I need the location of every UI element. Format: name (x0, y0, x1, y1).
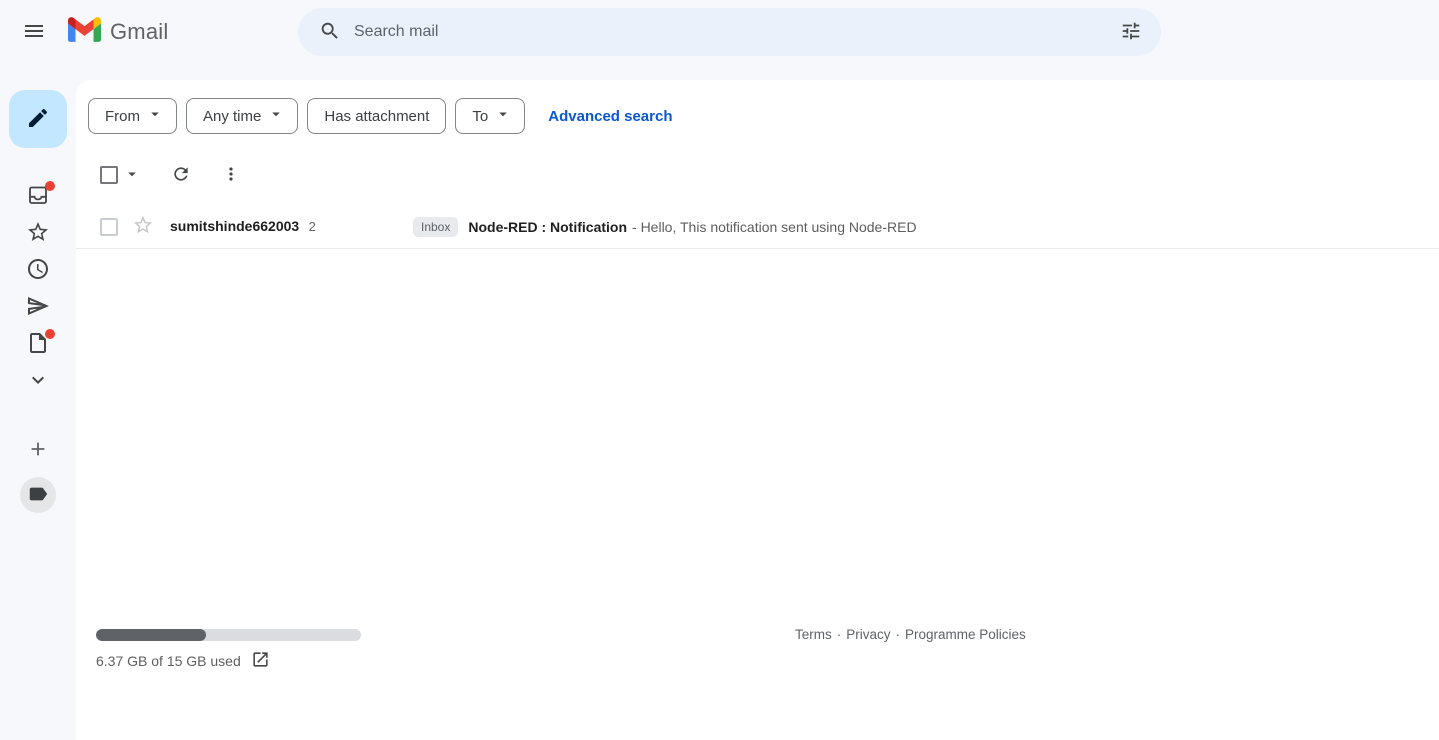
main-menu-button[interactable] (14, 12, 54, 52)
sidebar-item-inbox[interactable] (26, 184, 50, 208)
search-icon (319, 20, 341, 45)
gmail-m-icon (68, 17, 101, 47)
sender-cell: sumitshinde662003 2 (170, 218, 413, 236)
star-toggle[interactable] (132, 216, 154, 238)
chip-label: Has attachment (324, 108, 429, 125)
sidebar-item-snoozed[interactable] (26, 258, 50, 282)
chevron-down-icon (26, 368, 50, 395)
select-all-checkbox[interactable] (100, 166, 118, 184)
select-dropdown-button[interactable] (122, 165, 142, 185)
sidebar-item-more[interactable] (26, 369, 50, 393)
email-subject: Node-RED : Notification (468, 219, 627, 235)
chevron-down-icon (494, 105, 512, 127)
compose-button[interactable] (9, 90, 67, 148)
filter-chip-from[interactable]: From (88, 98, 177, 134)
unread-dot (45, 181, 55, 191)
app-title: Gmail (110, 19, 168, 45)
terms-link[interactable]: Terms (795, 627, 832, 642)
chevron-down-icon (146, 105, 164, 127)
storage-meter: 6.37 GB of 15 GB used (96, 629, 361, 672)
list-toolbar (76, 160, 1439, 190)
chip-label: To (472, 108, 488, 125)
programme-policies-link[interactable]: Programme Policies (905, 627, 1026, 642)
plus-icon (27, 438, 49, 463)
sender-name: sumitshinde662003 (170, 218, 299, 234)
header: Gmail (0, 0, 1439, 64)
filter-chip-to[interactable]: To (455, 98, 525, 134)
email-row[interactable]: sumitshinde662003 2 Inbox Node-RED : Not… (76, 205, 1439, 249)
sidebar-item-drafts[interactable] (26, 332, 50, 356)
unread-dot (45, 329, 55, 339)
open-in-new-icon (251, 650, 270, 672)
search-input[interactable] (354, 23, 1111, 41)
search-options-button[interactable] (1111, 12, 1151, 52)
chip-label: Any time (203, 108, 261, 125)
sidebar (0, 64, 76, 740)
labels-button[interactable] (20, 477, 56, 513)
main-content: From Any time Has attachment To Advanced… (76, 80, 1439, 740)
storage-bar-track (96, 629, 361, 641)
more-options-button[interactable] (220, 164, 242, 186)
search-bar[interactable] (298, 8, 1161, 56)
footer-separator: · (896, 627, 901, 642)
email-list: sumitshinde662003 2 Inbox Node-RED : Not… (76, 205, 1439, 249)
filter-chip-has-attachment[interactable]: Has attachment (307, 98, 446, 134)
star-icon (132, 214, 154, 239)
tune-icon (1120, 20, 1142, 45)
footer-links: Terms · Privacy · Programme Policies (795, 627, 1026, 642)
storage-bar-fill (96, 629, 206, 641)
footer-separator: · (837, 627, 842, 642)
search-button[interactable] (312, 14, 348, 50)
chevron-down-icon (123, 165, 141, 186)
star-icon (26, 220, 50, 247)
sidebar-item-starred[interactable] (26, 221, 50, 245)
send-icon (26, 294, 50, 321)
gmail-logo: Gmail (68, 0, 168, 64)
storage-usage-text: 6.37 GB of 15 GB used (96, 653, 241, 669)
filter-chip-any-time[interactable]: Any time (186, 98, 298, 134)
email-snippet: - Hello, This notification sent using No… (632, 219, 917, 235)
thread-count: 2 (309, 219, 316, 234)
privacy-link[interactable]: Privacy (846, 627, 890, 642)
inbox-label-badge: Inbox (413, 217, 458, 237)
more-vert-icon (221, 164, 241, 187)
chevron-down-icon (267, 105, 285, 127)
clock-icon (26, 257, 50, 284)
pencil-icon (26, 106, 50, 133)
refresh-button[interactable] (170, 164, 192, 186)
sidebar-item-sent[interactable] (26, 295, 50, 319)
manage-storage-link[interactable] (250, 650, 272, 672)
label-icon (27, 483, 49, 508)
search-filter-chips: From Any time Has attachment To Advanced… (76, 80, 1439, 134)
add-label-button[interactable] (26, 438, 50, 462)
row-checkbox[interactable] (100, 218, 118, 236)
refresh-icon (171, 164, 191, 187)
chip-label: From (105, 108, 140, 125)
advanced-search-link[interactable]: Advanced search (548, 108, 672, 125)
hamburger-icon (22, 19, 46, 46)
sidebar-nav (0, 184, 76, 393)
